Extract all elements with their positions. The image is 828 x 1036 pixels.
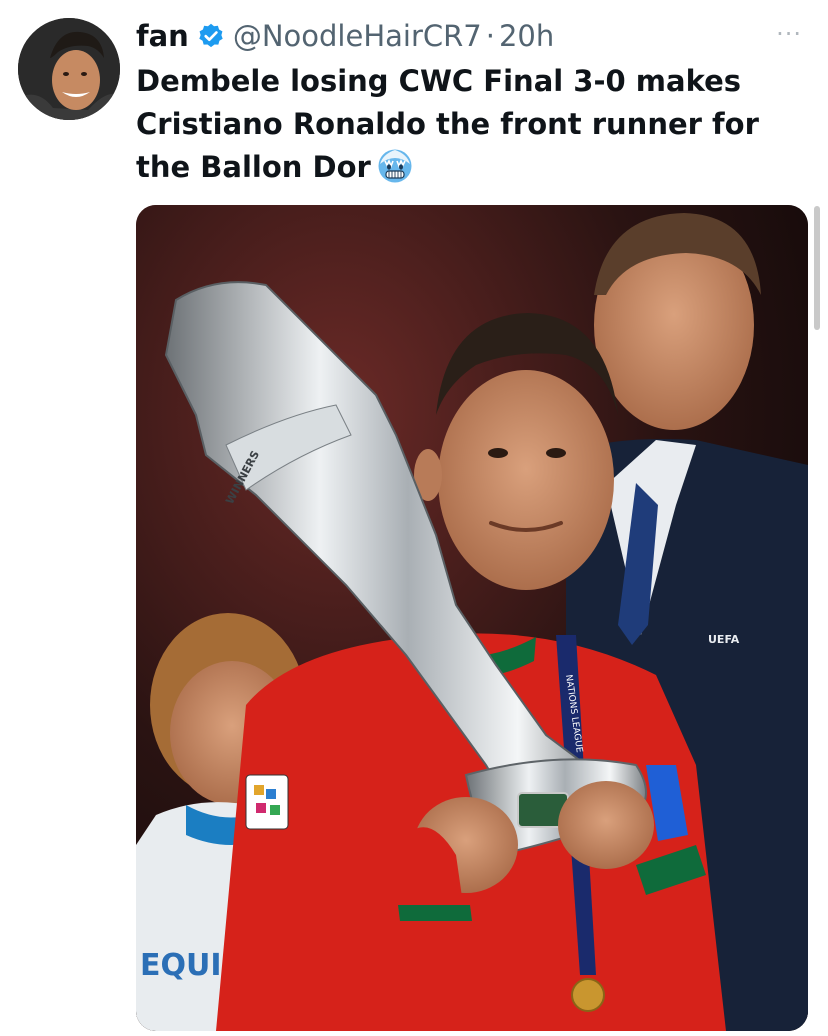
photo-illustration: UEFA EQUI NATIONS LEAGUE WINNERS [136, 205, 808, 1031]
avatar[interactable] [18, 18, 120, 120]
scrollbar[interactable] [814, 206, 820, 330]
display-name[interactable]: fan [136, 19, 189, 53]
tweet-photo[interactable]: UEFA EQUI NATIONS LEAGUE WINNERS [136, 205, 808, 1031]
cold-face-emoji-icon [378, 149, 412, 183]
separator: · [485, 19, 495, 53]
tweet-text: Dembele losing CWC Final 3-0 makes Crist… [136, 60, 796, 189]
tweet-header: fan @NoodleHairCR7 · 20h [136, 16, 554, 56]
tweet[interactable]: fan @NoodleHairCR7 · 20h ··· Dembele los… [0, 0, 828, 1036]
tweet-text-body: Dembele losing CWC Final 3-0 makes Crist… [136, 64, 759, 184]
boy-shirt-text: EQUI [140, 948, 222, 983]
verified-badge-icon [199, 23, 223, 48]
avatar-portrait [18, 18, 120, 120]
timestamp[interactable]: 20h [499, 19, 554, 53]
more-options-icon[interactable]: ··· [776, 20, 802, 48]
suit-badge-text: UEFA [708, 633, 740, 646]
handle[interactable]: @NoodleHairCR7 [233, 19, 482, 53]
